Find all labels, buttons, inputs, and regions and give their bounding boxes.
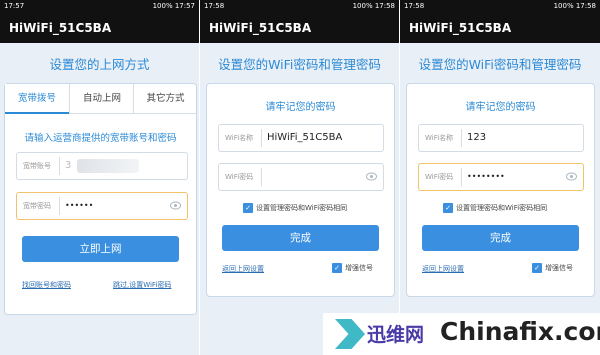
- app-title-bar: HiWiFi_51C5BA: [200, 13, 399, 43]
- back-to-internet-settings-link[interactable]: 返回上网设置: [422, 264, 464, 274]
- status-right: 100% 17:58: [352, 2, 395, 10]
- wifi-name-field[interactable]: WiFi名称 123: [418, 124, 584, 152]
- back-to-internet-settings-link[interactable]: 返回上网设置: [222, 264, 264, 274]
- field-divider: [59, 197, 60, 215]
- recover-account-link[interactable]: 找回账号和密码: [22, 280, 71, 290]
- status-bar: 17:58 100% 17:58: [400, 0, 600, 13]
- connect-now-button[interactable]: 立即上网: [22, 236, 179, 262]
- eye-icon[interactable]: [566, 172, 577, 181]
- broadband-password-field[interactable]: 宽带密码 ••••••: [16, 192, 188, 220]
- page-heading: 设置您的上网方式: [49, 57, 150, 72]
- chinafix-logo-icon: [335, 319, 365, 349]
- wifi-name-value: HiWiFi_51C5BA: [267, 132, 343, 143]
- wifi-password-field[interactable]: WiFi密码 ••••••••: [418, 163, 584, 191]
- screen-wifi-setup-empty: 17:58 100% 17:58 HiWiFi_51C5BA 设置您的WiFi密…: [200, 0, 399, 355]
- tab-broadband-dialup[interactable]: 宽带拨号: [5, 84, 69, 114]
- app-title-bar: HiWiFi_51C5BA: [0, 13, 199, 43]
- field-label: 宽带密码: [23, 202, 51, 210]
- checkmark-icon: ✓: [243, 203, 253, 213]
- status-time: 17:58: [204, 2, 225, 10]
- site-watermark: 迅维网 Chinafix.com: [323, 313, 600, 355]
- checkbox-label: 设置管理密码和WiFi密码相同: [456, 204, 548, 212]
- instruction-text: 请牢记您的密码: [465, 102, 536, 113]
- boost-signal-checkbox[interactable]: ✓ 增强信号: [532, 263, 573, 273]
- watermark-cn-text: 迅维网: [367, 324, 425, 346]
- finish-button[interactable]: 完成: [222, 225, 379, 251]
- wifi-password-field[interactable]: WiFi密码: [218, 163, 384, 191]
- finish-button[interactable]: 完成: [422, 225, 579, 251]
- eye-icon[interactable]: [170, 201, 181, 210]
- field-divider: [261, 129, 262, 147]
- blurred-text: [77, 159, 139, 173]
- setup-card: 请牢记您的密码 WiFi名称 HiWiFi_51C5BA WiFi密码 ✓ 设置管…: [206, 83, 395, 297]
- setup-card: 请牢记您的密码 WiFi名称 123 WiFi密码 •••••••• ✓ 设置管理…: [406, 83, 595, 297]
- account-value: 3: [65, 160, 72, 171]
- setup-card: 宽带拨号 自动上网 其它方式 请输入运营商提供的宽带账号和密码 宽带账号 3 宽…: [4, 83, 197, 315]
- checkmark-icon: ✓: [532, 263, 542, 273]
- app-title: HiWiFi_51C5BA: [209, 21, 312, 35]
- wifi-password-value: ••••••••: [467, 172, 505, 181]
- password-value: ••••••: [65, 201, 94, 210]
- status-time: 17:57: [4, 2, 25, 10]
- checkbox-label: 增强信号: [545, 264, 573, 272]
- screen-wifi-setup-filled: 17:58 100% 17:58 HiWiFi_51C5BA 设置您的WiFi密…: [400, 0, 600, 355]
- eye-icon[interactable]: [366, 172, 377, 181]
- field-divider: [461, 168, 462, 186]
- status-right: 100% 17:57: [152, 2, 195, 10]
- instruction-text: 请牢记您的密码: [265, 102, 336, 113]
- watermark-en-text: Chinafix.com: [440, 317, 600, 346]
- field-divider: [261, 168, 262, 186]
- skip-set-wifi-link[interactable]: 跳过,设置WiFi密码: [113, 280, 171, 290]
- wifi-name-value: 123: [467, 132, 487, 143]
- field-label: WiFi名称: [425, 134, 454, 142]
- field-label: WiFi密码: [225, 173, 254, 181]
- status-bar: 17:58 100% 17:58: [200, 0, 399, 13]
- checkbox-label: 增强信号: [345, 264, 373, 272]
- app-title-bar: HiWiFi_51C5BA: [400, 13, 600, 43]
- broadband-account-field[interactable]: 宽带账号 3: [16, 152, 188, 180]
- field-label: 宽带账号: [23, 162, 51, 170]
- wifi-name-field[interactable]: WiFi名称 HiWiFi_51C5BA: [218, 124, 384, 152]
- same-password-checkbox[interactable]: ✓ 设置管理密码和WiFi密码相同: [243, 203, 347, 213]
- screen-broadband: 17:57 100% 17:57 HiWiFi_51C5BA 设置您的上网方式 …: [0, 0, 199, 355]
- checkmark-icon: ✓: [443, 203, 453, 213]
- app-title: HiWiFi_51C5BA: [409, 21, 512, 35]
- field-label: WiFi名称: [225, 134, 254, 142]
- same-password-checkbox[interactable]: ✓ 设置管理密码和WiFi密码相同: [443, 203, 547, 213]
- field-divider: [59, 157, 60, 175]
- tab-auto-connect[interactable]: 自动上网: [69, 84, 134, 113]
- tab-bar: 宽带拨号 自动上网 其它方式: [5, 84, 196, 114]
- app-title: HiWiFi_51C5BA: [9, 21, 112, 35]
- tab-other-methods[interactable]: 其它方式: [133, 84, 197, 113]
- field-label: WiFi密码: [425, 173, 454, 181]
- status-time: 17:58: [404, 2, 425, 10]
- page-heading: 设置您的WiFi密码和管理密码: [218, 57, 381, 72]
- page-heading: 设置您的WiFi密码和管理密码: [418, 57, 582, 72]
- boost-signal-checkbox[interactable]: ✓ 增强信号: [332, 263, 373, 273]
- status-bar: 17:57 100% 17:57: [0, 0, 199, 13]
- checkbox-label: 设置管理密码和WiFi密码相同: [256, 204, 348, 212]
- instruction-text: 请输入运营商提供的宽带账号和密码: [24, 133, 177, 144]
- checkmark-icon: ✓: [332, 263, 342, 273]
- status-right: 100% 17:58: [553, 2, 596, 10]
- field-divider: [461, 129, 462, 147]
